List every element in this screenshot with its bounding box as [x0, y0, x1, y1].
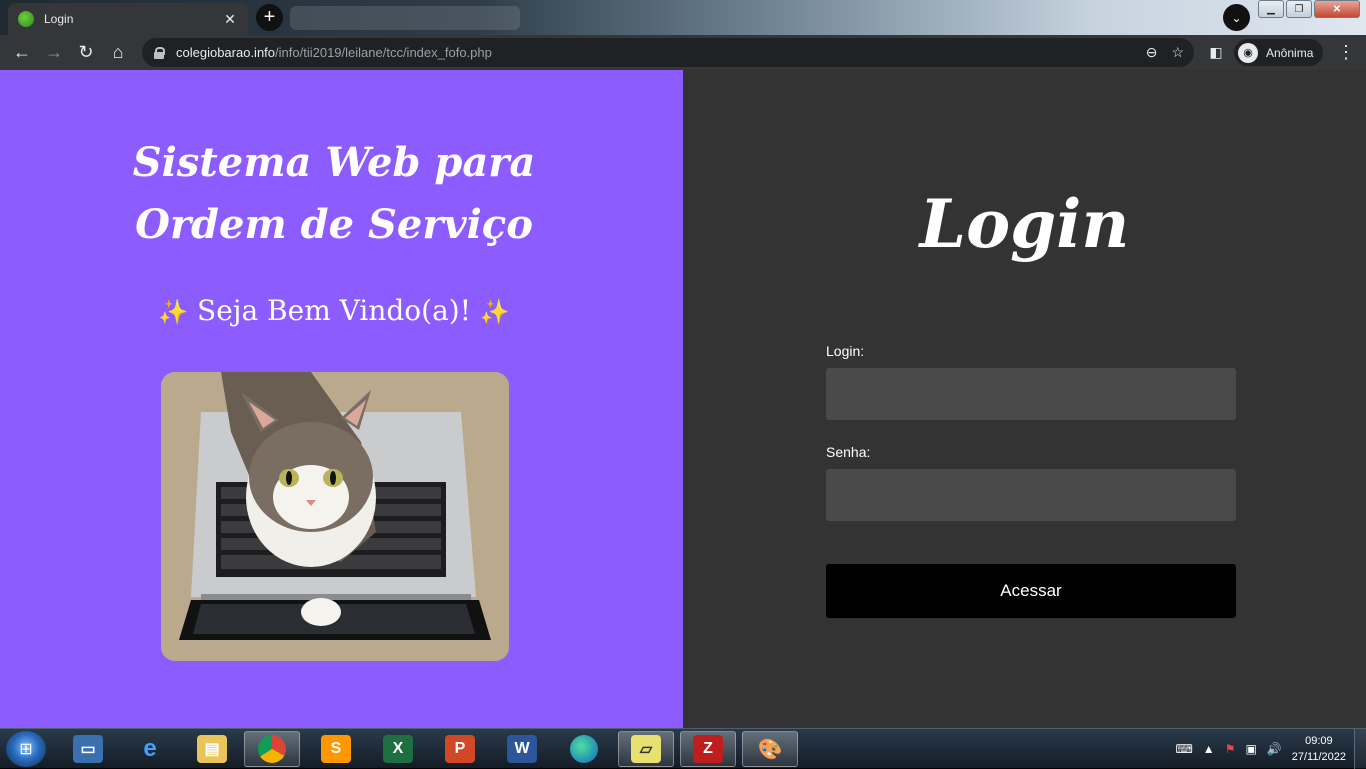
sublime-text-icon[interactable]: S	[308, 731, 364, 767]
browser-menu-icon[interactable]: ⋮	[1336, 40, 1356, 64]
clock-date: 27/11/2022	[1291, 751, 1346, 763]
file-explorer-icon[interactable]: ▤	[184, 731, 240, 767]
system-tray: ⌨ ▲ ⚑ ▣ 🔊 09:09 27/11/2022	[1175, 729, 1366, 769]
lock-icon[interactable]	[154, 46, 165, 59]
powerpoint-icon[interactable]: P	[432, 731, 488, 767]
filezilla-icon[interactable]: Z	[680, 731, 736, 767]
taskbar-clock[interactable]: 09:09 27/11/2022	[1292, 733, 1346, 765]
url-path: /info/tii2019/leilane/tcc/index_fofo.php	[275, 45, 492, 60]
home-icon[interactable]: ⌂	[102, 37, 134, 69]
zoom-icon[interactable]: ⊖	[1146, 44, 1158, 61]
reload-icon[interactable]: ↻	[70, 37, 102, 69]
incognito-profile-button[interactable]: ◉ Anônima	[1234, 39, 1324, 66]
keyboard-icon[interactable]: ⌨	[1175, 742, 1192, 756]
url-host: colegiobarao.info	[176, 45, 276, 60]
system-title-line1: Sistema Web para	[132, 139, 536, 186]
back-arrow-icon[interactable]: ←	[6, 37, 38, 69]
window-controls: ▁ ❐ ✕	[1258, 0, 1360, 18]
incognito-icon: ◉	[1238, 42, 1258, 63]
cat-on-laptop-photo	[161, 372, 509, 661]
action-center-flag-icon[interactable]: ⚑	[1225, 742, 1236, 756]
browser-tab-strip: Login ✕ + ⌄ ▁ ❐ ✕	[0, 0, 1366, 35]
tab-search-icon[interactable]: ⌄	[1223, 4, 1250, 31]
sticky-notes-icon[interactable]: ▱	[618, 731, 674, 767]
tab-title: Login	[44, 12, 74, 26]
new-tab-button[interactable]: +	[256, 4, 283, 31]
system-title: Sistema Web para Ordem de Serviço	[0, 132, 668, 256]
welcome-text: Seja Bem Vindo(a)!	[197, 294, 471, 327]
paint-icon[interactable]: 🎨	[742, 731, 798, 767]
system-title-line2: Ordem de Serviço	[135, 201, 533, 248]
address-bar[interactable]: colegiobarao.info/info/tii2019/leilane/t…	[142, 38, 1194, 67]
chrome-taskbar-icon[interactable]	[244, 731, 300, 767]
internet-explorer-icon[interactable]: e	[122, 731, 178, 767]
password-input[interactable]	[826, 469, 1236, 521]
restore-button[interactable]: ❐	[1286, 0, 1312, 18]
show-desktop-button[interactable]	[1354, 729, 1366, 769]
side-panel-icon[interactable]: ◧	[1207, 43, 1225, 61]
access-button[interactable]: Acessar	[826, 564, 1236, 618]
show-desktop-app-icon[interactable]: ▭	[60, 731, 116, 767]
login-heading: Login	[919, 185, 1130, 263]
excel-icon[interactable]: X	[370, 731, 426, 767]
login-input[interactable]	[826, 368, 1236, 420]
clock-time: 09:09	[1305, 735, 1333, 747]
browser-toolbar: ← → ↻ ⌂ colegiobarao.info/info/tii2019/l…	[0, 35, 1366, 70]
sparkles-icon: ✨	[158, 298, 189, 326]
profile-label: Anônima	[1266, 45, 1314, 60]
tab-login[interactable]: Login ✕	[8, 3, 248, 35]
volume-icon[interactable]: 🔊	[1267, 742, 1282, 756]
edge-icon[interactable]	[556, 731, 612, 767]
login-field-label: Login:	[826, 343, 865, 359]
bookmark-star-icon[interactable]: ☆	[1171, 44, 1184, 61]
windows-taskbar: ⊞ ▭ e ▤ S X P W ▱ Z 🎨 ⌨ ▲ ⚑ ▣ 🔊 09:09 27…	[0, 728, 1366, 769]
forward-arrow-icon[interactable]: →	[38, 37, 70, 69]
welcome-panel: Sistema Web para Ordem de Serviço ✨ Seja…	[0, 70, 683, 728]
background-tab[interactable]	[290, 6, 520, 30]
site-favicon-icon	[18, 11, 34, 27]
close-tab-icon[interactable]: ✕	[222, 11, 238, 28]
page-content: Sistema Web para Ordem de Serviço ✨ Seja…	[0, 70, 1366, 728]
sparkles-icon: ✨	[479, 298, 510, 326]
word-icon[interactable]: W	[494, 731, 550, 767]
show-hidden-icons-icon[interactable]: ▲	[1203, 742, 1215, 756]
network-icon[interactable]: ▣	[1245, 742, 1256, 756]
windows-start-button[interactable]: ⊞	[6, 731, 46, 767]
password-field-label: Senha:	[826, 444, 871, 460]
welcome-message: ✨ Seja Bem Vindo(a)! ✨	[0, 294, 668, 327]
close-window-button[interactable]: ✕	[1314, 0, 1360, 18]
login-panel: Login Login: Senha: Acessar	[683, 70, 1366, 728]
minimize-button[interactable]: ▁	[1258, 0, 1284, 18]
